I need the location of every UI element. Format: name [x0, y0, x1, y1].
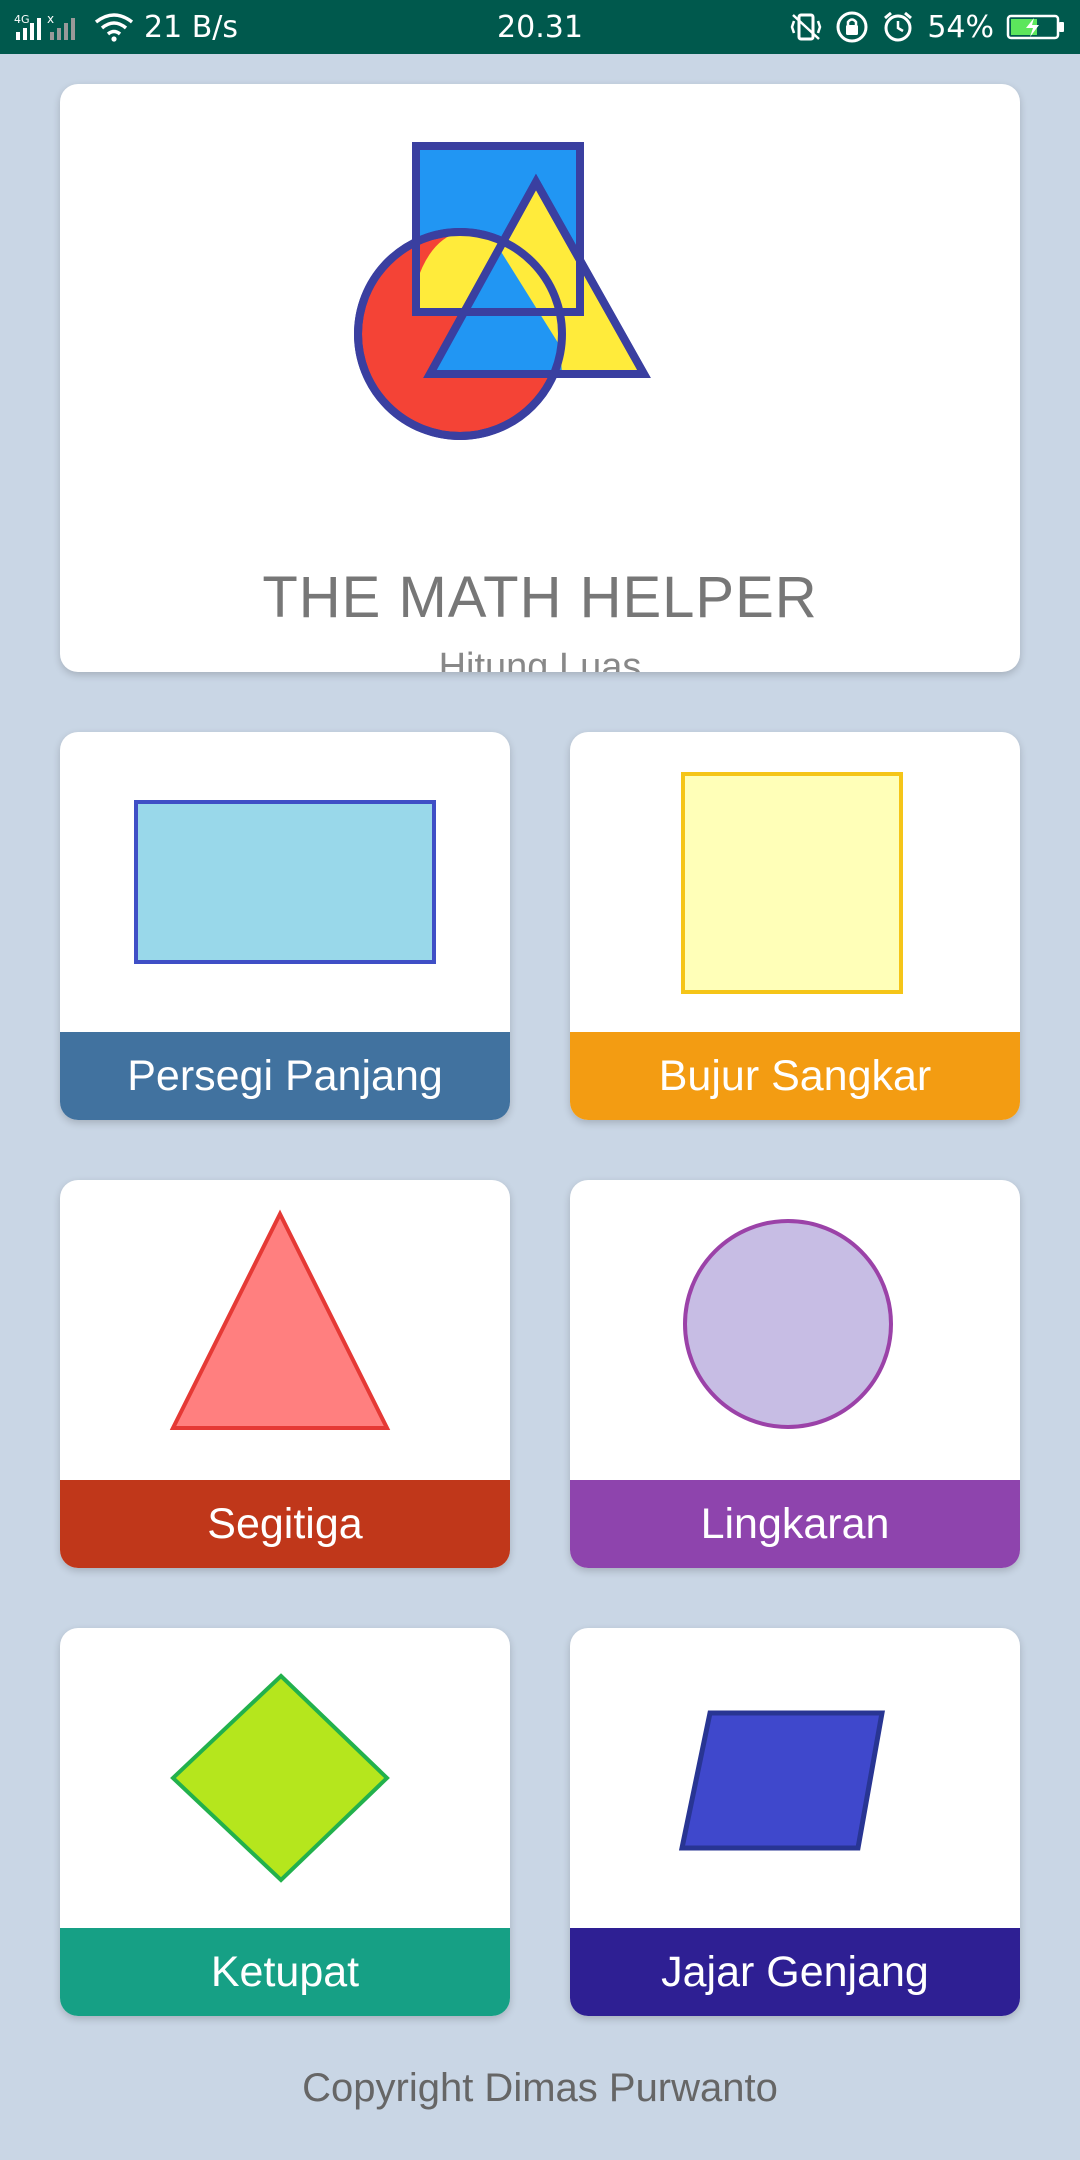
menu-card-label: Persegi Panjang [60, 1032, 510, 1120]
menu-card-lingkaran[interactable]: Lingkaran [570, 1180, 1020, 1568]
parallelogram-icon [678, 1710, 885, 1851]
menu-card-label: Jajar Genjang [570, 1928, 1020, 2016]
battery-percent: 54% [927, 9, 994, 45]
math-helper-logo [354, 142, 651, 440]
menu-card-ketupat[interactable]: Ketupat [60, 1628, 510, 2016]
menu-card-label: Segitiga [60, 1480, 510, 1568]
menu-card-label: Bujur Sangkar [570, 1032, 1020, 1120]
square-icon [681, 772, 903, 994]
triangle-icon [169, 1209, 391, 1430]
vibrate-icon [789, 11, 823, 43]
alarm-icon [881, 10, 915, 44]
circle-icon [683, 1219, 893, 1429]
app-subtitle: Hitung Luas [438, 646, 642, 672]
status-time: 20.31 [497, 9, 583, 45]
rhombus-icon [170, 1673, 390, 1883]
app-title: THE MATH HELPER [262, 565, 818, 630]
header-card: THE MATH HELPER Hitung Luas [60, 84, 1020, 672]
menu-card-persegi-panjang[interactable]: Persegi Panjang [60, 732, 510, 1120]
menu-card-jajar-genjang[interactable]: Jajar Genjang [570, 1628, 1020, 2016]
lock-icon [835, 10, 869, 44]
copyright-text: Copyright Dimas Purwanto [302, 2066, 778, 2110]
menu-card-segitiga[interactable]: Segitiga [60, 1180, 510, 1568]
menu-card-label: Lingkaran [570, 1480, 1020, 1568]
menu-card-label: Ketupat [60, 1928, 510, 2016]
battery-charging-icon [1006, 12, 1066, 42]
status-bar: 4G x 21 B/s 20.31 54% [0, 0, 1080, 54]
menu-card-bujur-sangkar[interactable]: Bujur Sangkar [570, 732, 1020, 1120]
rectangle-icon [134, 800, 436, 964]
